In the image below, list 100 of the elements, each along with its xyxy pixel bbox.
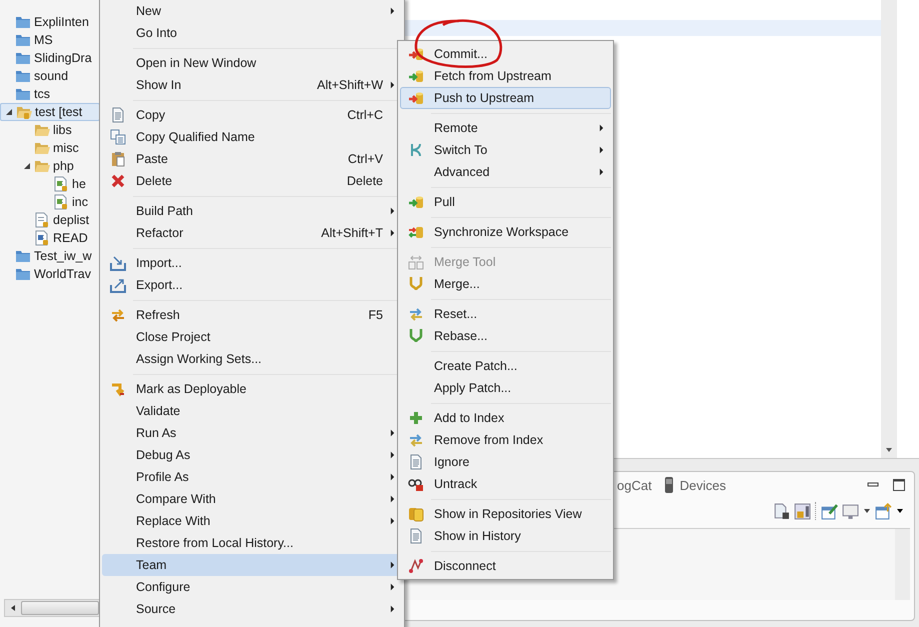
clipboard-icon: [110, 151, 126, 167]
menu-item[interactable]: Compare With: [102, 488, 402, 510]
menu-item[interactable]: Create Patch...: [400, 355, 611, 377]
menu-item[interactable]: Mark as Deployable: [102, 378, 402, 400]
menu-item[interactable]: Advanced: [400, 161, 611, 183]
menu-item[interactable]: Copy Ctrl+C: [102, 104, 402, 126]
tree-item[interactable]: sound: [0, 67, 100, 85]
tree-item[interactable]: deplist: [0, 211, 100, 229]
menu-item[interactable]: Reset...: [400, 303, 611, 325]
open-folder-icon: [34, 158, 50, 174]
folder-icon: [15, 68, 31, 84]
menu-item[interactable]: Copy Qualified Name: [102, 126, 402, 148]
menu-item[interactable]: Rebase...: [400, 325, 611, 347]
menu-item[interactable]: New: [102, 0, 402, 22]
open-folder-icon: [16, 104, 32, 120]
menu-item[interactable]: Replace With: [102, 510, 402, 532]
tree-item[interactable]: ExpliInten: [0, 13, 100, 31]
caret-icon[interactable]: [863, 507, 871, 515]
bent-arrow-icon: [110, 381, 126, 397]
scroll-lock-icon[interactable]: [794, 502, 811, 520]
tree-item[interactable]: misc: [0, 139, 100, 157]
branches-icon: [408, 142, 424, 158]
vertical-scrollbar[interactable]: [895, 529, 910, 600]
submenu-arrow-icon: [390, 7, 394, 15]
menu-item[interactable]: Ignore: [400, 451, 611, 473]
tree-item[interactable]: READ: [0, 229, 100, 247]
clear-log-icon[interactable]: [773, 502, 790, 520]
tree-item[interactable]: php: [0, 157, 100, 175]
pin-icon[interactable]: [821, 502, 838, 520]
open-folder-icon: [34, 140, 50, 156]
vertical-scrollbar[interactable]: [881, 0, 897, 458]
menu-item[interactable]: Profile As: [102, 466, 402, 488]
expand-arrow-icon[interactable]: [23, 162, 31, 170]
tree-item[interactable]: tcs: [0, 85, 100, 103]
menu-item[interactable]: Disconnect: [400, 555, 611, 577]
menu-item[interactable]: Merge...: [400, 273, 611, 295]
menu-item[interactable]: Source: [102, 598, 402, 620]
menu-item[interactable]: Show in Repositories View: [400, 503, 611, 525]
tree-item[interactable]: inc: [0, 193, 100, 211]
submenu-arrow-icon: [390, 561, 394, 569]
plus-icon: [408, 410, 424, 426]
menu-item[interactable]: Remote: [400, 117, 611, 139]
tree-item[interactable]: MS: [0, 31, 100, 49]
document-icon: [408, 528, 424, 544]
folder-icon: [15, 266, 31, 282]
menu-item[interactable]: Fetch from Upstream: [400, 65, 611, 87]
menu-item[interactable]: Debug As: [102, 444, 402, 466]
document-icon: [110, 107, 126, 123]
open-folder-icon: [34, 122, 50, 138]
tree-item[interactable]: WorldTrav: [0, 265, 100, 283]
scroll-down-icon[interactable]: [885, 446, 893, 454]
menu-item[interactable]: Commit...: [400, 43, 611, 65]
menu-item[interactable]: Show In Alt+Shift+W: [102, 74, 402, 96]
menu-item[interactable]: Delete Delete: [102, 170, 402, 192]
expand-arrow-icon[interactable]: [5, 108, 13, 116]
scroll-left-icon[interactable]: [9, 604, 17, 612]
menu-item[interactable]: Refactor Alt+Shift+T: [102, 222, 402, 244]
submenu-arrow-icon: [598, 146, 604, 154]
menu-item[interactable]: Paste Ctrl+V: [102, 148, 402, 170]
menu-item[interactable]: Add to Index: [400, 407, 611, 429]
menu-item[interactable]: Untrack: [400, 473, 611, 495]
menu-item[interactable]: Run As: [102, 422, 402, 444]
scrollbar-thumb[interactable]: [21, 601, 99, 615]
submenu-arrow-icon: [390, 429, 394, 437]
menu-item[interactable]: Go Into: [102, 22, 402, 44]
submenu-arrow-icon: [598, 124, 604, 132]
tree-item[interactable]: he: [0, 175, 100, 193]
tree-item[interactable]: libs: [0, 121, 100, 139]
database-arrow-icon: [408, 46, 424, 62]
menu-item[interactable]: Build Path: [102, 200, 402, 222]
menu-item[interactable]: Synchronize Workspace: [400, 221, 611, 243]
submenu-arrow-icon: [390, 229, 394, 237]
horizontal-scrollbar[interactable]: [4, 599, 100, 617]
tree-item[interactable]: SlidingDra: [0, 49, 100, 67]
panel-tab[interactable]: ogCat: [617, 478, 652, 492]
folder-icon: [15, 14, 31, 30]
menu-item[interactable]: Push to Upstream: [400, 87, 611, 109]
tree-item[interactable]: test [test: [0, 103, 100, 121]
menu-item[interactable]: Pull: [400, 191, 611, 213]
menu-item[interactable]: Export...: [102, 274, 402, 296]
panel-tab[interactable]: Devices: [664, 477, 726, 493]
phone-icon: [664, 477, 674, 493]
import-icon: [110, 255, 126, 271]
menu-item[interactable]: Configure: [102, 576, 402, 598]
merge-icon: [408, 276, 424, 292]
new-window-icon[interactable]: [875, 502, 892, 520]
menu-item[interactable]: Refresh F5: [102, 304, 402, 326]
menu-item[interactable]: Import...: [102, 252, 402, 274]
caret-icon[interactable]: [896, 507, 904, 515]
maximize-icon[interactable]: [892, 478, 906, 492]
menu-item[interactable]: Remove from Index: [400, 429, 611, 451]
export-icon: [110, 277, 126, 293]
submenu-arrow-icon: [390, 451, 394, 459]
menu-item[interactable]: Switch To: [400, 139, 611, 161]
file-icon: [34, 230, 50, 246]
merge-tool-icon: [408, 254, 424, 270]
swap-arrows-icon: [408, 432, 424, 448]
tree-item[interactable]: Test_iw_w: [0, 247, 100, 265]
menu-item[interactable]: Apply Patch...: [400, 377, 611, 399]
menu-item[interactable]: Show in History: [400, 525, 611, 547]
